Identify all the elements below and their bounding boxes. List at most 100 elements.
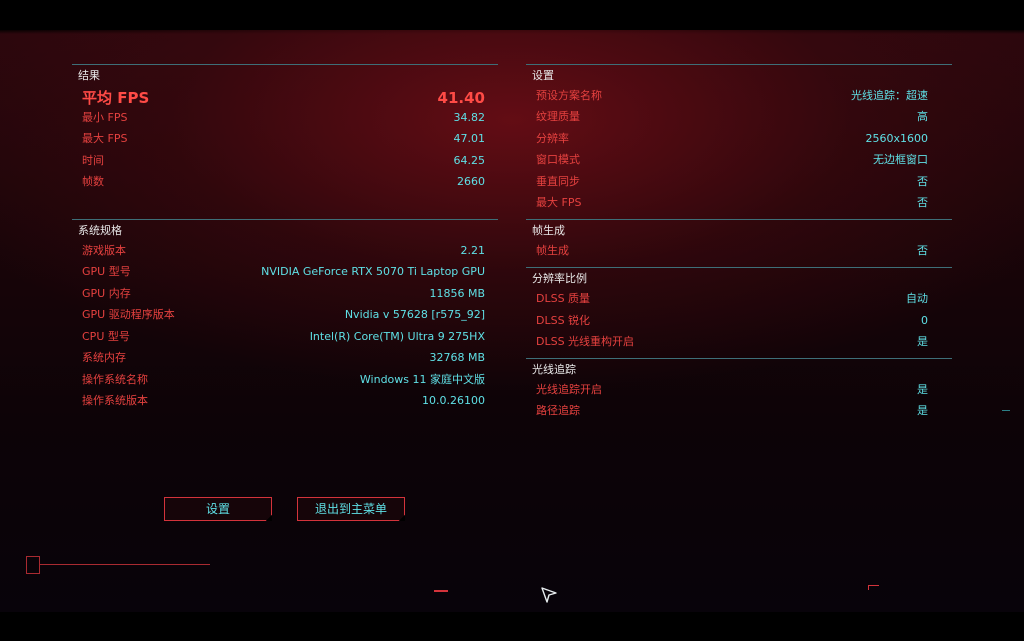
ray-tracing-value: 是	[917, 383, 928, 396]
max-fps-value: 47.01	[453, 132, 486, 145]
frame-gen-panel: 帧生成 帧生成 否	[526, 219, 952, 264]
ray-tracing-label: 光线追踪开启	[536, 383, 602, 396]
spec-label: 游戏版本	[82, 244, 126, 257]
cursor-icon	[541, 587, 557, 603]
res-scale-value: 是	[917, 335, 928, 348]
ray-tracing-row: 路径追踪 是	[536, 403, 928, 419]
res-scale-label: DLSS 锐化	[536, 314, 591, 327]
exit-main-menu-button[interactable]: 退出到主菜单	[297, 497, 405, 521]
res-scale-label: DLSS 光线重构开启	[536, 335, 635, 348]
spec-value: 10.0.26100	[422, 394, 485, 407]
spec-row: 操作系统版本 10.0.26100	[82, 393, 485, 409]
res-scale-row: DLSS 光线重构开启 是	[536, 334, 928, 350]
spec-value: Nvidia v 57628 [r575_92]	[344, 308, 485, 321]
spec-label: GPU 驱动程序版本	[82, 308, 175, 321]
max-fps-row: 最大 FPS 47.01	[82, 131, 485, 147]
results-panel: 结果 平均 FPS 41.40 最小 FPS 34.82 最大 FPS 47.0…	[72, 64, 498, 195]
results-title: 结果	[78, 69, 100, 82]
side-decoration	[14, 258, 24, 388]
spec-label: CPU 型号	[82, 330, 130, 343]
res-scale-row: DLSS 质量 自动	[536, 291, 928, 307]
setting-value: 否	[917, 175, 928, 188]
max-fps-label: 最大 FPS	[82, 132, 128, 145]
letterbox-bottom	[0, 612, 1024, 641]
corner-mark	[1002, 410, 1010, 417]
setting-label: 窗口模式	[536, 153, 580, 166]
res-scale-value: 0	[921, 314, 928, 327]
spec-label: 操作系统版本	[82, 394, 148, 407]
spec-row: 游戏版本 2.21	[82, 243, 485, 259]
setting-value: 光线追踪：超速	[851, 89, 928, 102]
res-scale-value: 自动	[906, 292, 928, 305]
spec-label: 系统内存	[82, 351, 126, 364]
frames-value: 2660	[457, 175, 485, 188]
ray-tracing-label: 路径追踪	[536, 404, 580, 417]
setting-row: 垂直同步 否	[536, 174, 928, 190]
settings-panel: 设置 预设方案名称 光线追踪：超速 纹理质量 高 分辨率 2560x1600 窗…	[526, 64, 952, 215]
spec-value: NVIDIA GeForce RTX 5070 Ti Laptop GPU	[261, 265, 485, 278]
system-specs-panel: 系统规格 游戏版本 2.21 GPU 型号 NVIDIA GeForce RTX…	[72, 219, 498, 412]
time-value: 64.25	[453, 154, 486, 167]
spec-value: 2.21	[460, 244, 486, 257]
setting-row: 纹理质量 高	[536, 109, 928, 125]
spec-row: GPU 驱动程序版本 Nvidia v 57628 [r575_92]	[82, 307, 485, 323]
setting-value: 2560x1600	[865, 132, 929, 145]
settings-title: 设置	[532, 69, 554, 82]
ray-tracing-panel: 光线追踪 光线追踪开启 是 路径追踪 是	[526, 358, 952, 423]
avg-fps-label: 平均 FPS	[82, 89, 150, 107]
setting-label: 预设方案名称	[536, 89, 602, 102]
frames-label: 帧数	[82, 175, 104, 188]
frame-gen-row: 帧生成 否	[536, 243, 928, 259]
spec-row: 操作系统名称 Windows 11 家庭中文版	[82, 372, 485, 388]
setting-label: 纹理质量	[536, 110, 580, 123]
spec-row: 系统内存 32768 MB	[82, 350, 485, 366]
settings-button[interactable]: 设置	[164, 497, 272, 521]
frames-row: 帧数 2660	[82, 174, 485, 190]
status-line	[40, 564, 210, 565]
spec-row: CPU 型号 Intel(R) Core(TM) Ultra 9 275HX	[82, 329, 485, 345]
frame-gen-value: 否	[917, 244, 928, 257]
avg-fps-row: 平均 FPS 41.40	[82, 88, 485, 108]
setting-value: 无边框窗口	[873, 153, 928, 166]
benchmark-results-screen: 结果 平均 FPS 41.40 最小 FPS 34.82 最大 FPS 47.0…	[0, 0, 1024, 641]
setting-value: 高	[917, 110, 928, 123]
ray-tracing-title: 光线追踪	[532, 363, 576, 376]
setting-row: 预设方案名称 光线追踪：超速	[536, 88, 928, 104]
res-scale-title: 分辨率比例	[532, 272, 587, 285]
setting-row: 窗口模式 无边框窗口	[536, 152, 928, 168]
spec-label: GPU 型号	[82, 265, 131, 278]
spec-value: 32768 MB	[429, 351, 485, 364]
setting-label: 分辨率	[536, 132, 569, 145]
setting-label: 垂直同步	[536, 175, 580, 188]
indicator-dash	[434, 590, 448, 592]
spec-value: Windows 11 家庭中文版	[359, 373, 485, 386]
time-row: 时间 64.25	[82, 153, 485, 169]
min-fps-row: 最小 FPS 34.82	[82, 110, 485, 126]
ray-tracing-value: 是	[917, 404, 928, 417]
bottom-center-indicator	[434, 588, 504, 594]
setting-value: 否	[917, 196, 928, 209]
setting-row: 分辨率 2560x1600	[536, 131, 928, 147]
system-specs-title: 系统规格	[78, 224, 122, 237]
status-box-icon	[26, 556, 40, 574]
spec-label: GPU 内存	[82, 287, 131, 300]
min-fps-label: 最小 FPS	[82, 111, 128, 124]
res-scale-row: DLSS 锐化 0	[536, 313, 928, 329]
spec-value: 11856 MB	[429, 287, 485, 300]
avg-fps-value: 41.40	[437, 89, 485, 107]
frame-gen-title: 帧生成	[532, 224, 565, 237]
setting-row: 最大 FPS 否	[536, 195, 928, 211]
spec-row: GPU 内存 11856 MB	[82, 286, 485, 302]
min-fps-value: 34.82	[453, 111, 486, 124]
setting-label: 最大 FPS	[536, 196, 582, 209]
spec-row: GPU 型号 NVIDIA GeForce RTX 5070 Ti Laptop…	[82, 264, 485, 280]
bottom-right-mark	[868, 585, 879, 590]
spec-value: Intel(R) Core(TM) Ultra 9 275HX	[309, 330, 485, 343]
status-strip	[26, 556, 212, 574]
res-scale-label: DLSS 质量	[536, 292, 591, 305]
frame-gen-label: 帧生成	[536, 244, 569, 257]
ray-tracing-row: 光线追踪开启 是	[536, 382, 928, 398]
spec-label: 操作系统名称	[82, 373, 148, 386]
letterbox-top	[0, 0, 1024, 30]
time-label: 时间	[82, 154, 104, 167]
